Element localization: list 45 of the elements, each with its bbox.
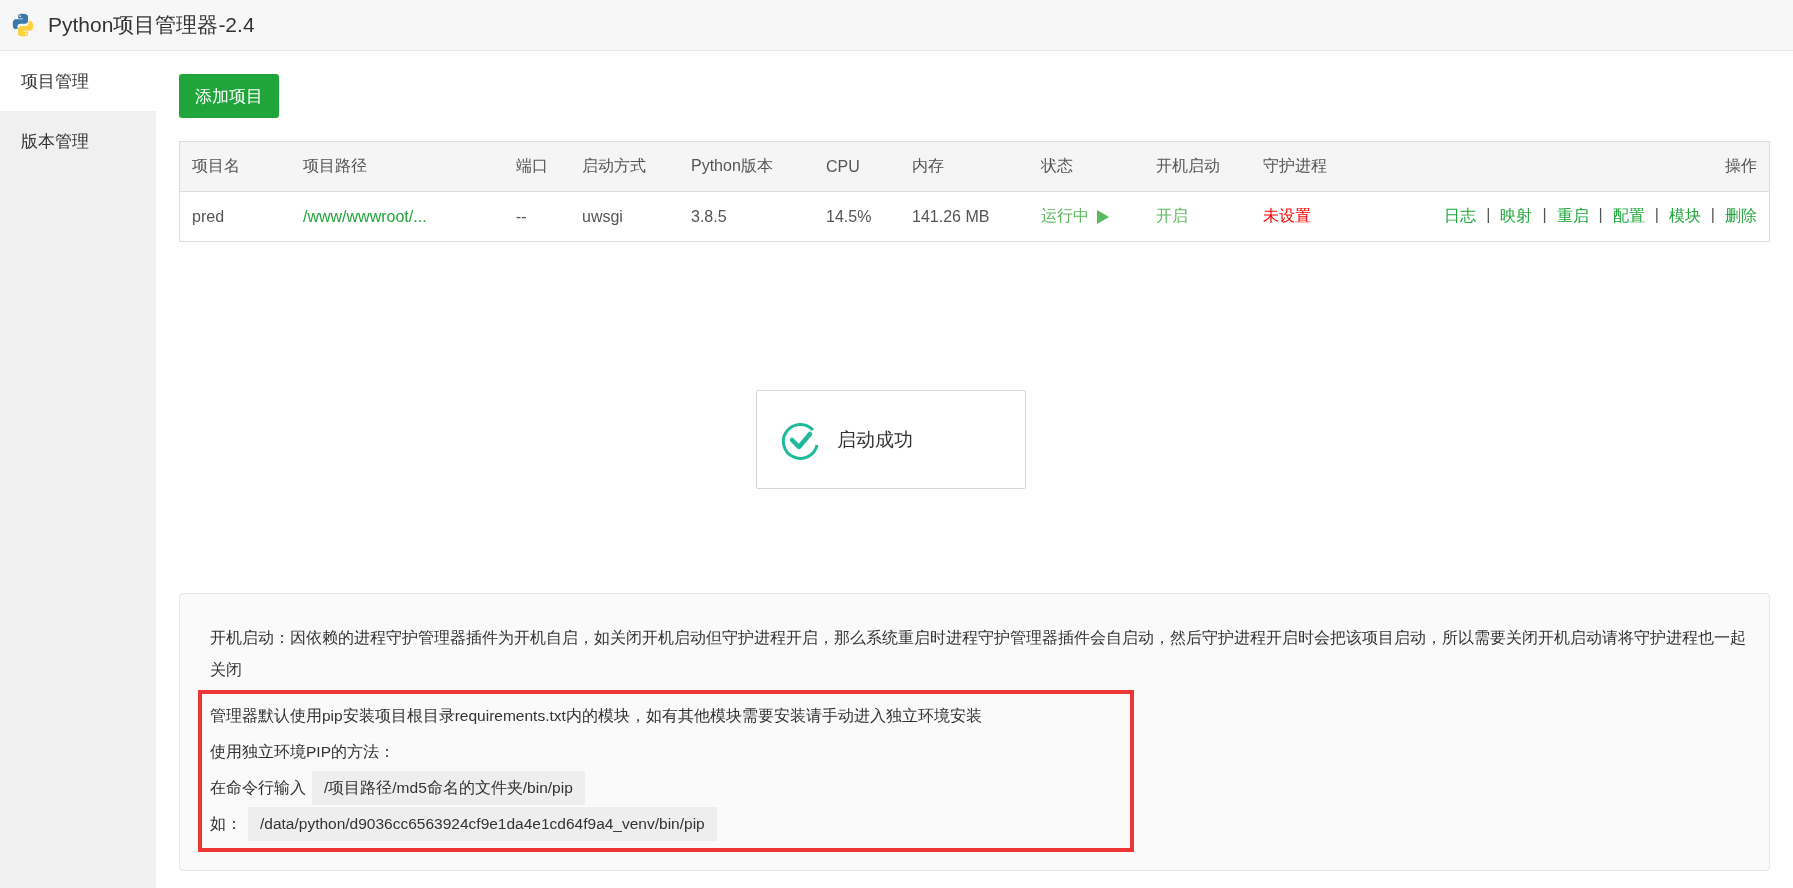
table-cell: -- — [516, 207, 527, 226]
column-header: 端口 — [516, 156, 548, 176]
table-cell: pred — [192, 207, 225, 226]
separator: | — [1486, 206, 1491, 225]
separator: | — [1542, 206, 1547, 225]
note-text: 使用独立环境PIP的方法： — [210, 742, 395, 762]
window-title: Python项目管理器-2.4 — [48, 12, 255, 38]
column-header: 项目名 — [192, 156, 240, 176]
column-header: 操作 — [1725, 156, 1757, 176]
action-link[interactable]: 删除 — [1725, 206, 1757, 227]
note-text: 开机启动：因依赖的进程守护管理器插件为开机自启，如关闭开机启动但守护进程开启，那么系统重启时进程守护管理器插件会自启动，然后守护进程开启时会把该项目启动，所以需要关闭开机启动请将守护进程也一起关闭 — [210, 628, 1747, 680]
status-text: 运行中 — [1041, 206, 1089, 226]
note-text: 管理器默认使用pip安装项目根目录requirements.txt内的模块，如有其他模块需要安装请手动进入独立环境安装 — [210, 706, 982, 726]
sidebar-item[interactable]: 项目管理 — [0, 51, 156, 111]
column-header: CPU — [826, 157, 860, 176]
table-cell: uwsgi — [582, 207, 623, 226]
action-link[interactable]: 配置 — [1612, 206, 1645, 227]
column-header: Python版本 — [691, 156, 773, 176]
column-header: 状态 — [1041, 156, 1073, 176]
table-cell: 141.26 MB — [912, 207, 990, 226]
play-icon[interactable] — [1097, 209, 1109, 224]
column-header: 守护进程 — [1263, 156, 1327, 176]
table-cell: 3.8.5 — [691, 207, 727, 226]
note-text: 在命令行输入 — [210, 778, 306, 798]
separator: | — [1654, 206, 1659, 225]
table-cell: 14.5% — [826, 207, 872, 226]
project-path-link[interactable]: /www/wwwroot/... — [303, 207, 427, 226]
column-header: 内存 — [912, 156, 944, 176]
column-header: 启动方式 — [582, 156, 646, 176]
code-snippet: /项目路径/md5命名的文件夹/bin/pip — [312, 771, 585, 805]
python-logo-icon — [10, 12, 36, 38]
code-snippet: /data/python/d9036cc6563924cf9e1da4e1cd64f9a4_venv/bin/pip — [248, 807, 717, 841]
toast-text: 启动成功 — [837, 427, 913, 452]
add-project-button[interactable]: 添加项目 — [179, 74, 279, 118]
column-header: 项目路径 — [303, 156, 367, 176]
separator: | — [1598, 206, 1603, 225]
action-link[interactable]: 映射 — [1500, 206, 1533, 227]
action-link[interactable]: 重启 — [1556, 206, 1589, 227]
daemon-status[interactable]: 未设置 — [1263, 206, 1311, 227]
separator: | — [1710, 206, 1715, 225]
note-text: 如： — [210, 814, 242, 834]
autostart-status[interactable]: 开启 — [1156, 206, 1188, 227]
action-link[interactable]: 模块 — [1668, 206, 1701, 227]
action-link[interactable]: 日志 — [1444, 206, 1477, 227]
column-header: 开机启动 — [1156, 156, 1220, 176]
